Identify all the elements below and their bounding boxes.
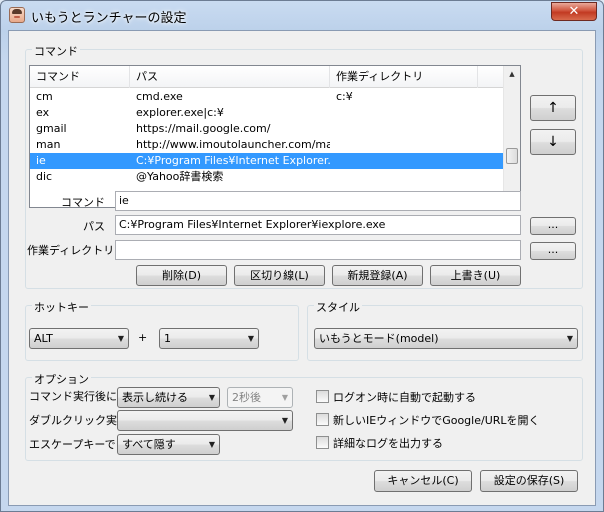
dropdown-icon: ▼ [247,334,254,343]
table-cell-name: cm [36,90,53,103]
after-exec-value: 表示し続ける [122,391,188,404]
table-cell-path: http://www.imoutolauncher.com/ma... [136,138,330,151]
checkbox-box[interactable] [316,436,329,449]
dropdown-icon: ▼ [208,440,215,449]
command-name-label: コマンド [61,196,105,209]
settings-window: いもうとランチャーの設定 ✕ コマンド コマンド パス 作業ディレクトリ cm c… [0,0,604,512]
table-cell-path: cmd.exe [136,90,183,103]
move-up-button[interactable]: ↑ [530,95,576,121]
title-bar[interactable]: いもうとランチャーの設定 ✕ [1,1,603,29]
verbose-log-checkbox[interactable]: 詳細なログを出力する [316,435,443,451]
column-header-workdir[interactable]: 作業ディレクトリ [330,66,478,88]
table-row[interactable]: ex explorer.exe|c:¥ [30,105,504,121]
table-cell-name: man [36,138,61,151]
hotkey-group-label: ホットキー [32,299,91,315]
after-exec-select[interactable]: 表示し続ける ▼ [117,387,220,408]
style-group-label: スタイル [314,299,362,315]
workdir-input[interactable] [115,240,521,260]
overwrite-button[interactable]: 上書き(U) [430,265,521,286]
escape-select[interactable]: すべて隠す ▼ [117,434,220,455]
table-row[interactable]: gmail https://mail.google.com/ [30,121,504,137]
ie-window-label: 新しいIEウィンドウでGoogle/URLを開く [333,414,540,427]
table-cell-workdir: c:¥ [336,90,353,103]
dropdown-icon: ▼ [208,393,215,402]
escape-value: すべて隠す [122,438,176,451]
command-list-header: コマンド パス 作業ディレクトリ [30,66,504,88]
style-select[interactable]: いもうとモード(model) ▼ [314,328,578,349]
delete-button[interactable]: 削除(D) [136,265,227,286]
options-group-label: オプション [32,371,91,387]
commands-group-label: コマンド [32,43,80,59]
table-cell-name: ie [36,154,46,167]
escape-label: エスケープキーで [29,438,116,451]
separator-button[interactable]: 区切り線(L) [234,265,325,286]
double-click-label: ダブルクリック実行 [29,414,128,427]
scroll-up-icon[interactable]: ▲ [504,66,520,83]
workdir-label: 作業ディレクトリ [27,244,115,257]
delay-value: 2秒後 [232,391,261,404]
table-cell-path: https://mail.google.com/ [136,122,271,135]
command-name-input[interactable]: ie [115,191,521,211]
table-cell-name: gmail [36,122,67,135]
path-label: パス [83,220,105,233]
hotkey-key-select[interactable]: 1 ▼ [159,328,259,349]
delay-select: 2秒後 ▼ [227,387,293,408]
table-row[interactable]: dic @Yahoo辞書検索 [30,169,504,185]
double-click-select[interactable]: ▼ [117,410,293,431]
hotkey-modifier-select[interactable]: ALT ▼ [29,328,129,349]
style-value: いもうとモード(model) [319,332,439,345]
checkbox-box[interactable] [316,413,329,426]
path-input[interactable]: C:¥Program Files¥Internet Explorer¥iexpl… [115,215,521,235]
workdir-browse-button[interactable]: ... [530,242,576,260]
dropdown-icon: ▼ [281,416,288,425]
ie-window-checkbox[interactable]: 新しいIEウィンドウでGoogle/URLを開く [316,412,540,428]
table-cell-path: C:¥Program Files¥Internet Explorer... [136,154,330,167]
hotkey-modifier-value: ALT [34,332,53,345]
column-header-path[interactable]: パス [130,66,330,88]
window-title: いもうとランチャーの設定 [31,11,187,26]
table-row[interactable]: man http://www.imoutolauncher.com/ma... [30,137,504,153]
close-button[interactable]: ✕ [551,2,597,21]
dropdown-icon: ▼ [281,393,288,402]
checkbox-box[interactable] [316,390,329,403]
path-browse-button[interactable]: ... [530,217,576,235]
autostart-label: ログオン時に自動で起動する [333,391,476,404]
table-cell-name: ex [36,106,50,119]
table-row[interactable]: cm cmd.exe c:¥ [30,89,504,105]
dropdown-icon: ▼ [117,334,124,343]
table-cell-path: explorer.exe|c:¥ [136,106,224,119]
table-cell-name: dic [36,170,53,183]
after-exec-label: コマンド実行後に [29,390,117,403]
app-icon [9,7,25,23]
scroll-thumb[interactable] [506,148,518,164]
move-down-button[interactable]: ↓ [530,129,576,155]
column-header-command[interactable]: コマンド [30,66,130,88]
table-row[interactable]: ie C:¥Program Files¥Internet Explorer... [30,153,504,169]
hotkey-plus: + [138,331,148,344]
client-area: コマンド コマンド パス 作業ディレクトリ cm cmd.exe c:¥ ex expl… [8,30,596,506]
command-list-scrollbar[interactable]: ▲ ▼ [503,66,520,207]
command-list[interactable]: コマンド パス 作業ディレクトリ cm cmd.exe c:¥ ex explorer.… [29,65,521,208]
dropdown-icon: ▼ [566,334,573,343]
new-entry-button[interactable]: 新規登録(A) [332,265,423,286]
autostart-checkbox[interactable]: ログオン時に自動で起動する [316,389,476,405]
hotkey-key-value: 1 [164,332,171,345]
verbose-log-label: 詳細なログを出力する [333,437,443,450]
cancel-button[interactable]: キャンセル(C) [374,470,472,492]
save-button[interactable]: 設定の保存(S) [480,470,578,492]
table-cell-path: @Yahoo辞書検索 [136,170,224,183]
